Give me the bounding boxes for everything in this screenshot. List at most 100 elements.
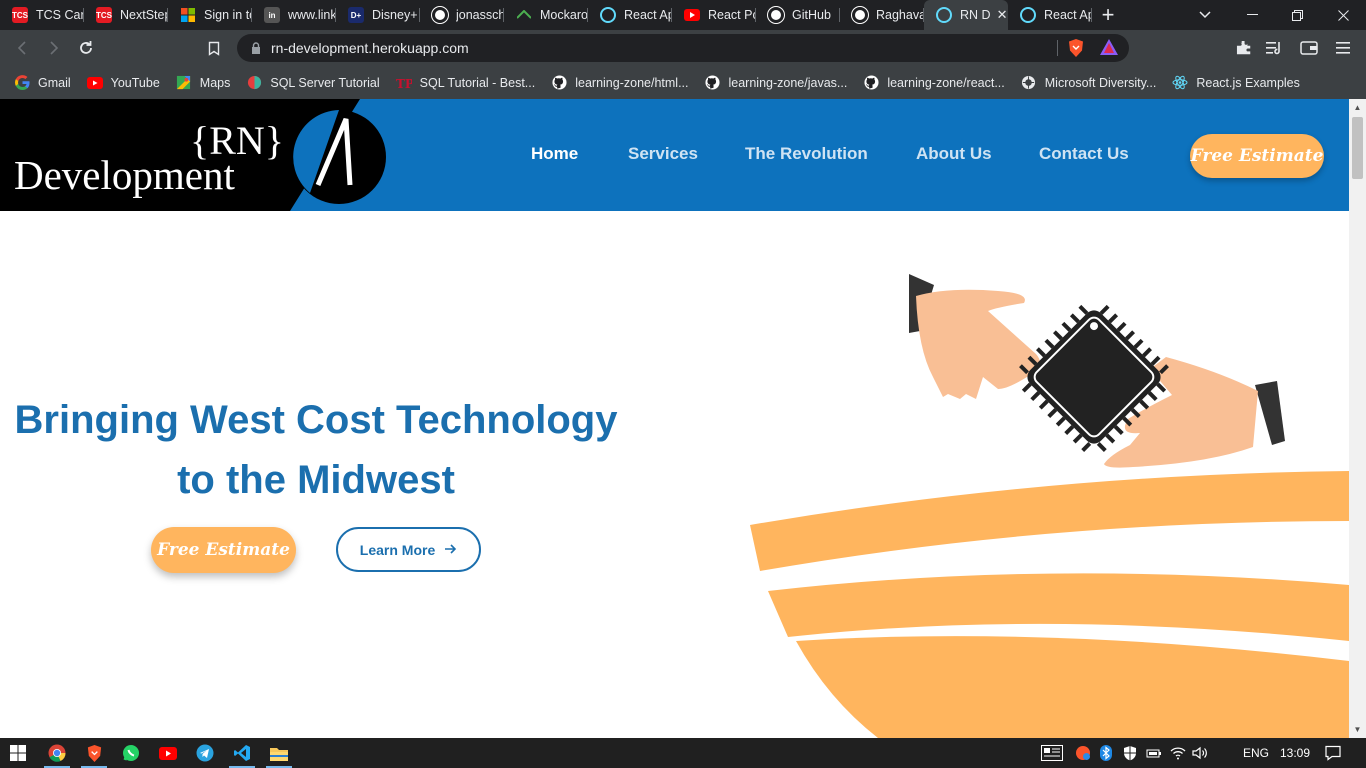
extensions-icon[interactable]: [1234, 38, 1254, 58]
brave-icon[interactable]: [84, 743, 104, 763]
browser-toolbar: rn-development.herokuapp.com: [0, 30, 1366, 66]
left-hand-shape: [916, 289, 1040, 399]
tab-search-icon[interactable]: [1182, 0, 1228, 30]
vscode-icon[interactable]: [232, 743, 252, 763]
new-tab-button[interactable]: +: [1092, 0, 1124, 30]
forward-button[interactable]: [43, 37, 65, 59]
bookmark-item[interactable]: learning-zone/javas...: [705, 75, 847, 91]
bookmark-item[interactable]: Microsoft Diversity...: [1021, 75, 1156, 91]
site-logo[interactable]: {RN} Development: [0, 99, 390, 211]
nav-contact-us[interactable]: Contact Us: [1039, 144, 1129, 164]
volume-icon[interactable]: [1192, 738, 1208, 768]
bluetooth-icon[interactable]: [1100, 738, 1112, 768]
browser-tab[interactable]: Sign in to: [168, 0, 252, 30]
react-icon: [600, 7, 616, 23]
minimize-window-button[interactable]: [1229, 0, 1275, 30]
mockaroo-icon: [516, 7, 532, 23]
github-icon: [705, 75, 721, 91]
address-bar[interactable]: rn-development.herokuapp.com: [237, 34, 1129, 62]
bookmark-item[interactable]: SQL Server Tutorial: [246, 75, 380, 91]
close-tab-icon[interactable]: ✕: [997, 7, 1008, 23]
browser-tab[interactable]: React Ap: [1008, 0, 1092, 30]
stripe-shape: [796, 636, 1349, 738]
file-explorer-icon[interactable]: [269, 743, 289, 763]
youtube-app-icon[interactable]: [158, 743, 178, 763]
telegram-icon[interactable]: [195, 743, 215, 763]
windows-start-icon[interactable]: [8, 743, 28, 763]
bookmark-item[interactable]: React.js Examples: [1172, 75, 1300, 91]
bookmark-label: learning-zone/react...: [887, 75, 1005, 90]
nav-about-us[interactable]: About Us: [916, 144, 992, 164]
notifications-icon[interactable]: [1325, 738, 1341, 768]
nav-the-revolution[interactable]: The Revolution: [745, 144, 868, 164]
wallet-icon[interactable]: [1299, 38, 1319, 58]
disney-icon: D+: [348, 7, 364, 23]
bookmark-label: Maps: [199, 75, 231, 90]
tab-title: jonasschr: [456, 8, 504, 22]
scroll-up-icon[interactable]: ▲: [1353, 103, 1362, 112]
tab-list: TCS TCS Caree TCS NextStep Sign in to in www.l…: [0, 0, 1092, 30]
microsoft-icon: [180, 7, 196, 23]
scroll-down-icon[interactable]: ▼: [1353, 725, 1362, 734]
brave-tray-icon[interactable]: [1075, 738, 1091, 768]
browser-tab[interactable]: Raghava: [840, 0, 924, 30]
react-icon: [1172, 75, 1188, 91]
input-language[interactable]: ENG: [1243, 738, 1269, 768]
tab-title: GitHub: [792, 8, 831, 22]
close-window-button[interactable]: [1320, 0, 1366, 30]
brave-rewards-icon[interactable]: [1099, 38, 1119, 58]
bookmark-label: Gmail: [38, 75, 71, 90]
bookmark-item[interactable]: learning-zone/html...: [551, 75, 689, 91]
browser-tab[interactable]: GitHub: [756, 0, 840, 30]
browser-tab[interactable]: Mockaro: [504, 0, 588, 30]
reload-button[interactable]: [75, 37, 97, 59]
menu-icon[interactable]: [1333, 38, 1353, 58]
battery-icon[interactable]: [1146, 738, 1162, 768]
header-free-estimate-button[interactable]: Free Estimate: [1190, 134, 1324, 178]
bookmark-item[interactable]: TP SQL Tutorial - Best...: [396, 75, 536, 91]
page-scrollbar[interactable]: ▲ ▼: [1349, 99, 1366, 738]
sqlserver-icon: [246, 75, 262, 91]
media-controls-icon[interactable]: [1265, 38, 1285, 58]
browser-tab[interactable]: TCS TCS Caree: [0, 0, 84, 30]
github-icon: [768, 7, 784, 23]
back-button[interactable]: [11, 37, 33, 59]
browser-tab[interactable]: jonasschr: [420, 0, 504, 30]
browser-tab[interactable]: D+ Disney+: [336, 0, 420, 30]
hero-free-estimate-button[interactable]: Free Estimate: [151, 527, 296, 573]
bookmark-label: learning-zone/html...: [575, 75, 689, 90]
lock-icon: [252, 42, 260, 54]
chrome-icon[interactable]: [47, 743, 67, 763]
browser-tab[interactable]: React Ap: [588, 0, 672, 30]
bookmark-icon[interactable]: [203, 37, 225, 59]
brave-shield-icon[interactable]: [1067, 38, 1087, 58]
page-viewport: {RN} Development Home Services The Revol…: [0, 99, 1349, 738]
stripe-shape: [750, 471, 1349, 571]
browser-tab[interactable]: TCS NextStep: [84, 0, 168, 30]
logo-development-text: Development: [14, 152, 235, 198]
browser-tab[interactable]: React Po: [672, 0, 756, 30]
scroll-thumb[interactable]: [1352, 117, 1363, 179]
bookmark-item[interactable]: Gmail: [14, 75, 71, 91]
bookmark-item[interactable]: Maps: [176, 75, 231, 91]
browser-tab[interactable]: in www.link: [252, 0, 336, 30]
bookmark-item[interactable]: YouTube: [86, 75, 160, 91]
youtube-icon: [684, 9, 700, 21]
nav-services[interactable]: Services: [628, 144, 698, 164]
restore-window-button[interactable]: [1274, 0, 1320, 30]
react-icon: [1020, 7, 1036, 23]
svg-text:TP: TP: [396, 77, 412, 90]
browser-tab[interactable]: RN D ✕: [924, 0, 1008, 30]
tab-title: Raghava: [876, 8, 924, 22]
news-widget-icon[interactable]: [1041, 738, 1063, 768]
github-icon: [551, 75, 567, 91]
bookmark-label: SQL Tutorial - Best...: [419, 75, 536, 90]
whatsapp-icon[interactable]: [121, 743, 141, 763]
system-clock[interactable]: 13:09: [1280, 738, 1310, 768]
arrow-right-icon: [445, 541, 457, 558]
nav-home[interactable]: Home: [531, 144, 578, 164]
learn-more-button[interactable]: Learn More: [336, 527, 481, 572]
wifi-icon[interactable]: [1170, 738, 1186, 768]
defender-shield-icon[interactable]: [1123, 738, 1137, 768]
bookmark-item[interactable]: learning-zone/react...: [863, 75, 1005, 91]
